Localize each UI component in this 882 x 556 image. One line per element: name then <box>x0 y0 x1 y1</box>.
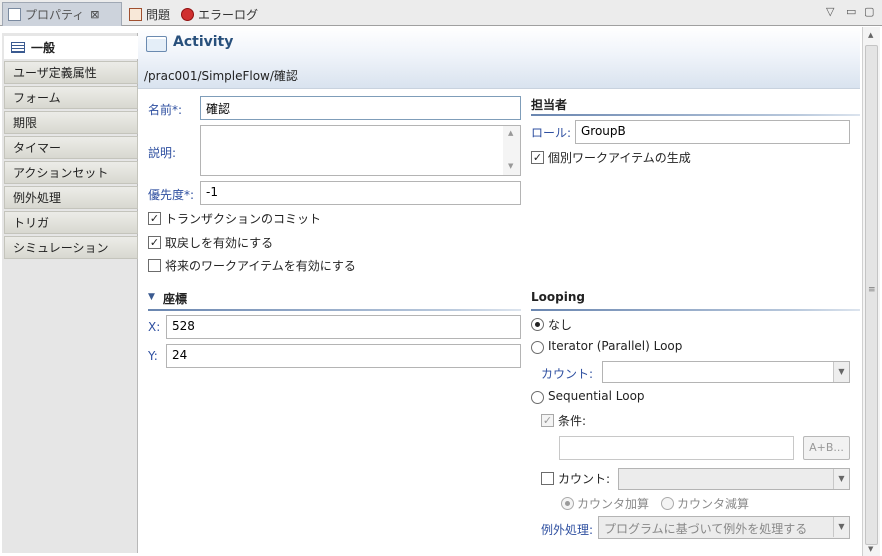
condition-field[interactable] <box>559 436 794 460</box>
priority-label: 優先度*: <box>148 188 195 202</box>
future-workitem-label: 将来のワークアイテムを有効にする <box>165 259 356 273</box>
looping-section-title: Looping <box>531 290 585 304</box>
future-workitem-checkbox[interactable] <box>148 259 161 272</box>
individual-workitem-label: 個別ワークアイテムの生成 <box>548 151 691 165</box>
activity-icon <box>146 36 167 52</box>
y-label: Y: <box>148 349 158 363</box>
tab-error-log[interactable]: エラーログ <box>176 2 263 26</box>
scroll-down-icon[interactable]: ▼ <box>868 545 873 553</box>
view-menu-icon[interactable]: ▽ <box>826 5 834 18</box>
role-field[interactable]: GroupB <box>575 120 850 144</box>
tab-problems[interactable]: 問題 <box>124 2 175 26</box>
section-nav: 一般 ユーザ定義属性 フォーム 期限 タイマー アクションセット 例外処理 トリ… <box>2 33 138 553</box>
x-field[interactable]: 528 <box>166 315 521 339</box>
scroll-up-icon[interactable]: ▲ <box>508 129 513 137</box>
assignee-section-title: 担当者 <box>531 98 568 112</box>
nav-item-label: タイマー <box>13 141 62 155</box>
y-field[interactable]: 24 <box>166 344 521 368</box>
minimize-icon[interactable]: ▭ <box>846 5 856 18</box>
nav-item-general[interactable]: 一般 <box>4 36 138 59</box>
chevron-down-icon[interactable]: ▼ <box>833 362 849 382</box>
nav-item-label: シミュレーション <box>13 241 109 255</box>
error-log-icon <box>181 7 194 21</box>
priority-field[interactable]: -1 <box>200 181 521 205</box>
properties-header: Activity /prac001/SimpleFlow/確認 <box>138 27 860 89</box>
role-label: ロール: <box>531 126 572 140</box>
assignee-section-divider <box>531 114 860 116</box>
enable-undo-checkbox[interactable]: ✓ <box>148 236 161 249</box>
iterator-count-combo[interactable]: ▼ <box>602 361 850 383</box>
nav-item-timer[interactable]: タイマー <box>4 136 138 159</box>
loop-none-label: なし <box>548 318 573 332</box>
counter-increment-radio[interactable] <box>561 497 574 510</box>
nav-item-action-set[interactable]: アクションセット <box>4 161 138 184</box>
counter-decrement-radio[interactable] <box>661 497 674 510</box>
view-tab-bar: プロパティ ⊠ 問題 エラーログ ▽ ▭ ▢ <box>0 0 882 26</box>
tab-properties[interactable]: プロパティ ⊠ <box>2 2 122 26</box>
expression-builder-button[interactable]: A+B... <box>803 436 850 460</box>
sequential-count-checkbox[interactable] <box>541 472 554 485</box>
name-label: 名前*: <box>148 103 183 117</box>
properties-icon <box>8 8 21 21</box>
element-path: /prac001/SimpleFlow/確認 <box>144 69 298 83</box>
nav-item-label: 期限 <box>13 116 38 130</box>
loop-none-radio[interactable] <box>531 318 544 331</box>
condition-checkbox[interactable]: ✓ <box>541 414 554 427</box>
description-field[interactable]: ▲ ▼ <box>200 125 521 176</box>
exception-handling-combo[interactable]: プログラムに基づいて例外を処理する ▼ <box>598 516 850 539</box>
iterator-count-label: カウント: <box>541 367 594 381</box>
counter-decrement-label: カウンタ減算 <box>677 497 750 511</box>
description-label: 説明: <box>148 146 177 160</box>
tab-problems-label: 問題 <box>146 7 171 22</box>
chevron-down-icon[interactable]: ▼ <box>833 517 849 537</box>
condition-label: 条件: <box>558 414 587 428</box>
nav-item-simulation[interactable]: シミュレーション <box>4 236 138 259</box>
problems-icon <box>129 7 142 21</box>
nav-item-trigger[interactable]: トリガ <box>4 211 138 234</box>
loop-sequential-radio[interactable] <box>531 391 544 404</box>
transaction-commit-checkbox[interactable]: ✓ <box>148 212 161 225</box>
exception-handling-label: 例外処理: <box>541 523 594 537</box>
tab-error-log-label: エラーログ <box>198 7 259 22</box>
scroll-up-icon[interactable]: ▲ <box>868 31 873 39</box>
nav-item-exception[interactable]: 例外処理 <box>4 186 138 209</box>
tab-properties-label: プロパティ <box>25 8 85 22</box>
x-label: X: <box>148 320 161 334</box>
chevron-down-icon[interactable]: ▼ <box>833 469 849 489</box>
general-icon <box>11 42 25 53</box>
loop-iterator-radio[interactable] <box>531 341 544 354</box>
individual-workitem-checkbox[interactable]: ✓ <box>531 151 544 164</box>
scroll-down-icon[interactable]: ▼ <box>508 162 513 170</box>
nav-item-label: アクションセット <box>13 166 109 180</box>
coordinates-section-divider <box>148 309 521 311</box>
looping-section-divider <box>531 309 860 311</box>
loop-iterator-label: Iterator (Parallel) Loop <box>548 339 683 353</box>
exception-handling-value: プログラムに基づいて例外を処理する <box>604 522 808 536</box>
description-scrollbar[interactable]: ▲ ▼ <box>503 126 520 175</box>
nav-item-label: 一般 <box>31 41 56 55</box>
grip-icon: ≡ <box>868 285 876 295</box>
nav-item-form[interactable]: フォーム <box>4 86 138 109</box>
collapse-triangle-icon[interactable]: ▼ <box>148 292 155 302</box>
vertical-scrollbar[interactable]: ▲ ≡ ▼ <box>862 27 880 556</box>
nav-item-label: ユーザ定義属性 <box>13 66 97 80</box>
nav-item-label: 例外処理 <box>13 191 62 205</box>
coordinates-section-title: 座標 <box>163 292 188 306</box>
nav-item-deadline[interactable]: 期限 <box>4 111 138 134</box>
loop-sequential-label: Sequential Loop <box>548 389 645 403</box>
sequential-count-combo[interactable]: ▼ <box>618 468 850 490</box>
counter-increment-label: カウンタ加算 <box>577 497 650 511</box>
transaction-commit-label: トランザクションのコミット <box>165 212 322 226</box>
scrollbar-thumb[interactable]: ≡ <box>865 45 878 545</box>
nav-item-label: フォーム <box>13 91 61 105</box>
sequential-count-label: カウント: <box>558 472 611 486</box>
page-title: Activity <box>173 34 234 50</box>
close-icon[interactable]: ⊠ <box>90 8 99 21</box>
nav-item-label: トリガ <box>13 216 50 230</box>
name-field[interactable]: 確認 <box>200 96 521 120</box>
enable-undo-label: 取戻しを有効にする <box>165 236 274 250</box>
maximize-icon[interactable]: ▢ <box>864 5 874 18</box>
nav-item-user-attributes[interactable]: ユーザ定義属性 <box>4 61 138 84</box>
